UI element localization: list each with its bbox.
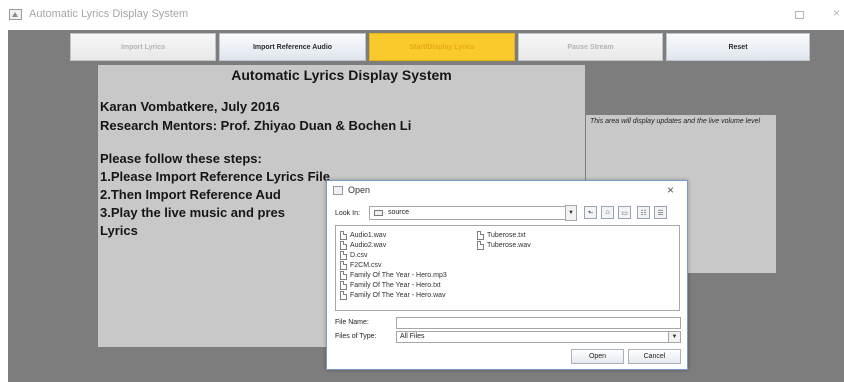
java-app-icon — [9, 9, 22, 20]
look-in-value: source — [388, 209, 410, 216]
list-item[interactable]: D.csv — [340, 251, 368, 260]
cancel-button[interactable]: Cancel — [628, 349, 681, 364]
file-name: Audio2.wav — [350, 242, 387, 249]
file-name: D.csv — [350, 252, 368, 259]
file-icon — [340, 261, 347, 270]
file-name: F2CM.csv — [350, 262, 382, 269]
open-button[interactable]: Open — [571, 349, 624, 364]
file-icon — [340, 231, 347, 240]
file-icon — [340, 291, 347, 300]
file-icon — [477, 241, 484, 250]
file-name-field[interactable] — [396, 317, 681, 329]
lyrics-line: 1.Please Import Reference Lyrics File — [100, 169, 331, 184]
file-name-label: File Name: — [335, 319, 369, 326]
window-titlebar: Automatic Lyrics Display System × — [0, 0, 844, 30]
file-name: Family Of The Year - Hero.mp3 — [350, 272, 447, 279]
file-name: Family Of The Year - Hero.wav — [350, 292, 446, 299]
list-item[interactable]: Tuberose.wav — [477, 241, 531, 250]
list-item[interactable]: Family Of The Year - Hero.wav — [340, 291, 446, 300]
file-name: Tuberose.txt — [487, 232, 526, 239]
list-item[interactable]: Audio2.wav — [340, 241, 386, 250]
import-lyrics-button[interactable]: Import Lyrics — [70, 33, 216, 61]
window-title: Automatic Lyrics Display System — [29, 8, 189, 20]
pause-stream-button[interactable]: Pause Stream — [518, 33, 663, 61]
lyrics-line: Karan Vombatkere, July 2016 — [100, 99, 280, 114]
new-folder-icon[interactable]: ▭ — [618, 206, 631, 219]
list-item[interactable]: Tuberose.txt — [477, 231, 526, 240]
lyrics-line: Please follow these steps: — [100, 151, 262, 166]
list-item[interactable]: F2CM.csv — [340, 261, 382, 270]
file-name: Tuberose.wav — [487, 242, 531, 249]
dialog-title: Open — [348, 185, 371, 195]
details-view-icon[interactable]: ☰ — [654, 206, 667, 219]
file-icon — [340, 271, 347, 280]
files-of-type-value: All Files — [400, 333, 425, 340]
look-in-select[interactable]: source — [369, 206, 577, 220]
folder-icon — [374, 210, 383, 216]
list-item[interactable]: Family Of The Year - Hero.mp3 — [340, 271, 447, 280]
lyrics-line: Lyrics — [100, 223, 138, 238]
list-item[interactable]: Audio1.wav — [340, 231, 386, 240]
status-text: This area will display updates and the l… — [590, 118, 761, 125]
look-in-label: Look In: — [335, 210, 360, 217]
import-reference-audio-button[interactable]: Import Reference Audio — [219, 33, 366, 61]
file-name: Family Of The Year - Hero.txt — [350, 282, 441, 289]
reset-button[interactable]: Reset — [666, 33, 810, 61]
file-list[interactable]: Audio1.wav Audio2.wav D.csv F2CM.csv Fam… — [335, 225, 680, 311]
files-of-type-select[interactable]: All Files — [396, 331, 669, 343]
list-item[interactable]: Family Of The Year - Hero.txt — [340, 281, 441, 290]
start-display-lyrics-button[interactable]: Start/Display Lyrics — [369, 33, 515, 61]
toolbar: Import Lyrics Import Reference Audio Sta… — [70, 33, 810, 61]
up-folder-icon[interactable]: ⬑ — [584, 206, 597, 219]
lyrics-line: Research Mentors: Prof. Zhiyao Duan & Bo… — [100, 118, 412, 133]
files-of-type-label: Files of Type: — [335, 333, 377, 340]
list-view-icon[interactable]: ☷ — [637, 206, 650, 219]
file-icon — [340, 241, 347, 250]
file-name: Audio1.wav — [350, 232, 387, 239]
file-icon — [477, 231, 484, 240]
file-icon — [340, 281, 347, 290]
java-app-icon — [333, 186, 343, 195]
lyrics-line: 2.Then Import Reference Aud — [100, 187, 281, 202]
close-icon[interactable]: × — [667, 183, 674, 197]
file-icon — [340, 251, 347, 260]
dialog-titlebar: Open × — [327, 181, 687, 200]
chevron-down-icon[interactable]: ▼ — [668, 331, 681, 343]
home-folder-icon[interactable]: ⌂ — [601, 206, 614, 219]
chevron-down-icon[interactable]: ▼ — [565, 205, 577, 221]
open-file-dialog: Open × Look In: source ▼ ⬑ ⌂ ▭ ☷ ☰ Audio… — [326, 180, 688, 370]
lyrics-line: 3.Play the live music and pres — [100, 205, 285, 220]
close-icon[interactable]: × — [833, 6, 840, 20]
lyrics-panel-title: Automatic Lyrics Display System — [231, 67, 452, 83]
maximize-icon[interactable] — [795, 11, 804, 19]
